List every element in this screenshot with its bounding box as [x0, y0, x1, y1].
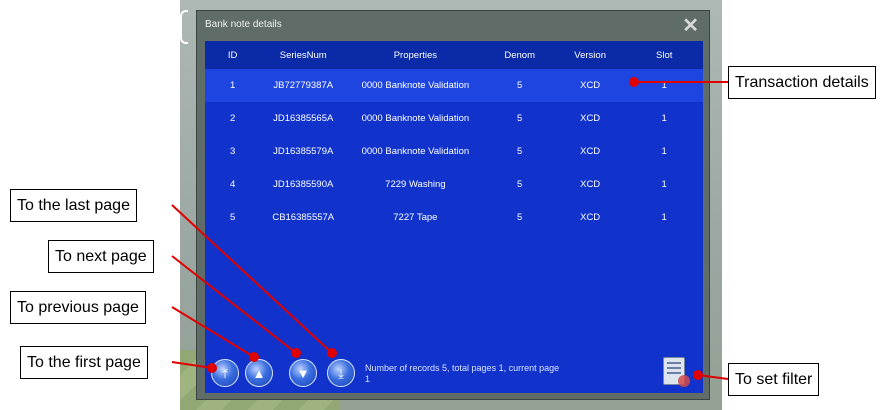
callout-transaction-details: Transaction details	[728, 66, 876, 99]
callout-line-prev	[171, 306, 255, 358]
callout-dot-next	[291, 348, 301, 358]
callout-next-page: To next page	[48, 240, 154, 273]
callout-line-next	[171, 255, 297, 354]
callout-last-page: To the last page	[10, 189, 137, 222]
callout-first-page: To the first page	[20, 346, 148, 379]
callout-set-filter: To set filter	[728, 363, 820, 396]
callout-dot-last	[327, 348, 337, 358]
callout-dot-transaction	[629, 77, 639, 87]
callout-dot-first	[207, 363, 217, 373]
callout-line-last	[171, 204, 333, 354]
callout-line-first	[171, 361, 213, 369]
callout-previous-page: To previous page	[10, 291, 146, 324]
callout-dot-filter	[693, 370, 703, 380]
callout-dot-prev	[249, 352, 259, 362]
